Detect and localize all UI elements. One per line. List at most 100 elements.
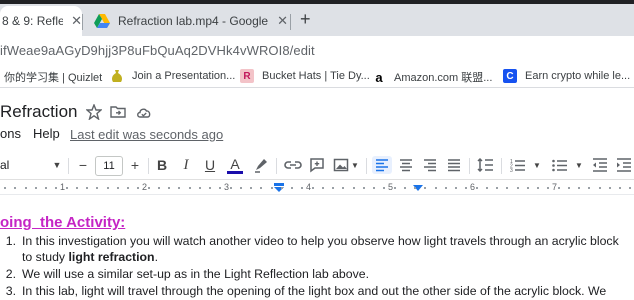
menu-help[interactable]: Help: [33, 126, 60, 141]
ruler-tick: [250, 187, 252, 189]
section-heading: oing the Activity:: [0, 214, 126, 231]
insert-image-icon[interactable]: [332, 156, 350, 174]
toolbar-divider: [469, 158, 470, 174]
close-icon[interactable]: ✕: [277, 13, 288, 29]
ruler-tick: [506, 187, 508, 189]
ruler-tick: [404, 187, 406, 189]
ruler-tick: [342, 187, 344, 189]
ruler-tick: [76, 187, 78, 189]
ruler-tick: [496, 187, 498, 189]
chevron-down-icon[interactable]: ▼: [350, 156, 360, 174]
address-bar[interactable]: ifWeae9aAGyD9hjj3P8uFbQuAq2DVHk4vWROI8/e…: [0, 36, 634, 66]
ruler-tick: [66, 187, 68, 189]
bookmarks-bar: 你的学习集 | Quizlet Join a Presentation... R…: [0, 66, 634, 88]
link-icon[interactable]: [283, 156, 303, 174]
ruler-tick: [424, 187, 426, 189]
ruler-tick: [394, 187, 396, 189]
numbered-list-icon[interactable]: 1 2 3: [508, 156, 528, 174]
bookmark-label: Bucket Hats | Tie Dy...: [262, 70, 370, 82]
bookmark-earn-crypto[interactable]: C Earn crypto while le...: [503, 69, 630, 83]
amazon-icon: a: [375, 69, 383, 85]
cloud-saved-icon[interactable]: [136, 104, 152, 120]
close-icon[interactable]: ✕: [71, 13, 82, 29]
ruler-tick: [486, 187, 488, 189]
ruler-tick: [465, 187, 467, 189]
tab-title: 8 & 9: Reflec: [2, 14, 64, 28]
text-color-button[interactable]: A: [225, 156, 245, 174]
bookmark-presentation[interactable]: Join a Presentation...: [110, 69, 235, 83]
add-comment-icon[interactable]: [308, 156, 326, 174]
ruler-tick: [199, 187, 201, 189]
ruler-tick: [35, 187, 37, 189]
highlight-pen-icon[interactable]: [252, 156, 270, 174]
ruler-tick: [4, 187, 6, 189]
ruler-tick: [332, 187, 334, 189]
bookmark-label: Earn crypto while le...: [525, 70, 631, 82]
ruler-tick: [219, 187, 221, 189]
ruler-tick: [189, 187, 191, 189]
ruler-tick: [301, 187, 303, 189]
tab-reflection[interactable]: 8 & 9: Reflec ✕: [0, 6, 82, 36]
horizontal-ruler: 1 2 3 4 5 6 7: [0, 181, 634, 195]
ruler-tick: [435, 187, 437, 189]
chevron-down-icon[interactable]: ▼: [50, 156, 64, 174]
increase-font-size-button[interactable]: +: [126, 156, 144, 174]
document-page[interactable]: oing the Activity: 1. In this investigat…: [0, 196, 634, 300]
font-family-select[interactable]: al: [0, 156, 30, 174]
underline-button[interactable]: U: [201, 156, 219, 174]
align-left-icon[interactable]: [372, 156, 392, 174]
increase-indent-icon[interactable]: [614, 156, 634, 174]
url-text[interactable]: ifWeae9aAGyD9hjj3P8uFbQuAq2DVHk4vWROI8/e…: [0, 43, 315, 58]
ruler-tick: [45, 187, 47, 189]
new-tab-button[interactable]: +: [300, 10, 311, 28]
italic-button[interactable]: I: [177, 156, 195, 174]
bold-button[interactable]: B: [153, 156, 171, 174]
bookmark-bucket-hats[interactable]: R Bucket Hats | Tie Dy...: [240, 69, 370, 83]
font-size-input[interactable]: 11: [95, 156, 123, 176]
move-to-folder-icon[interactable]: [110, 104, 126, 120]
star-icon[interactable]: [86, 104, 102, 120]
ruler-tick: [527, 187, 529, 189]
tab-title: Refraction lab.mp4 - Google Driv: [118, 14, 269, 28]
line-spacing-icon[interactable]: [476, 156, 496, 174]
ruler-tick: [383, 187, 385, 189]
ruler-tick: [137, 187, 139, 189]
ruler-tick: [445, 187, 447, 189]
align-right-icon[interactable]: [420, 156, 440, 174]
ruler-number: 3: [224, 182, 230, 192]
list-item: 3. In this lab, light will travel throug…: [0, 284, 634, 300]
chevron-down-icon[interactable]: ▼: [574, 156, 584, 174]
menu-add-ons[interactable]: ons: [0, 126, 21, 141]
ruler-number: 7: [552, 182, 558, 192]
last-edit-status[interactable]: Last edit was seconds ago: [70, 127, 223, 142]
ruler-tick: [353, 187, 355, 189]
ruler-tick: [260, 187, 262, 189]
ruler-tick: [517, 187, 519, 189]
ruler-number: 1: [60, 182, 66, 192]
decrease-font-size-button[interactable]: −: [74, 156, 92, 174]
list-item: 1. In this investigation you will watch …: [0, 234, 634, 250]
justify-icon[interactable]: [444, 156, 464, 174]
align-center-icon[interactable]: [396, 156, 416, 174]
browser-tab-strip: 8 & 9: Reflec ✕ Refraction lab.mp4 - Goo…: [0, 0, 634, 36]
ruler-tick: [148, 187, 150, 189]
tab-refraction-video[interactable]: Refraction lab.mp4 - Google Driv ✕: [82, 6, 288, 36]
ruler-tick: [107, 187, 109, 189]
tie-dye-icon: R: [240, 69, 254, 83]
ruler-tick: [209, 187, 211, 189]
document-title[interactable]: Refraction: [0, 102, 77, 122]
toolbar-divider: [148, 158, 149, 174]
ruler-number: 2: [142, 182, 148, 192]
google-drive-icon: [94, 14, 110, 28]
bookmark-quizlet[interactable]: 你的学习集 | Quizlet: [4, 69, 102, 85]
bulleted-list-icon[interactable]: [550, 156, 570, 174]
list-text: In this investigation you will watch ano…: [22, 234, 619, 248]
ruler-tick: [414, 187, 416, 189]
ruler-number: 6: [470, 182, 476, 192]
bookmark-label: Amazon.com 联盟...: [394, 72, 493, 84]
decrease-indent-icon[interactable]: [590, 156, 610, 174]
ruler-tick: [96, 187, 98, 189]
bookmark-amazon[interactable]: a Amazon.com 联盟...: [372, 69, 492, 85]
ruler-tick: [271, 187, 273, 189]
chevron-down-icon[interactable]: ▼: [532, 156, 542, 174]
